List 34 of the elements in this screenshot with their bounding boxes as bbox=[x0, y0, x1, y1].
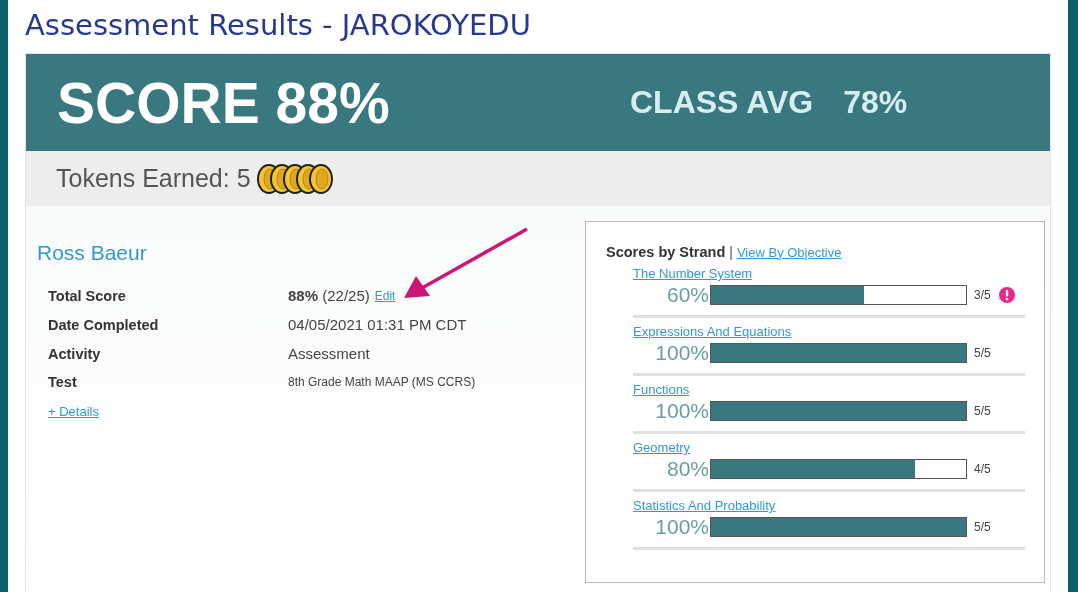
tokens-earned-text: Tokens Earned: 5 bbox=[56, 164, 251, 193]
strand-percent: 100% bbox=[654, 341, 709, 365]
detail-value: 88% (22/25) bbox=[288, 287, 370, 304]
class-average-value: 78% bbox=[843, 84, 908, 121]
detail-value: 04/05/2021 01:31 PM CDT bbox=[288, 316, 467, 333]
detail-value: Assessment bbox=[288, 345, 370, 362]
strand-fraction: 3/5 bbox=[974, 288, 991, 302]
strand-fraction: 4/5 bbox=[974, 462, 991, 476]
student-name: Ross Baeur bbox=[37, 241, 148, 265]
detail-label: Date Completed bbox=[48, 316, 160, 333]
strand-link[interactable]: Geometry bbox=[633, 440, 691, 455]
score-text: SCORE 88% bbox=[57, 69, 391, 136]
separator: | bbox=[729, 244, 733, 260]
strand-percent: 80% bbox=[665, 457, 709, 481]
detail-value: 8th Grade Math MAAP (MS CCRS) bbox=[288, 375, 476, 389]
strand-link[interactable]: The Number System bbox=[633, 266, 753, 281]
detail-label: Activity bbox=[48, 345, 102, 362]
class-average-label: CLASS AVG bbox=[630, 84, 814, 121]
detail-label: Test bbox=[48, 374, 78, 390]
panel-title: Scores by Strand bbox=[606, 244, 726, 260]
page-title: Assessment Results - JAROKOYEDU bbox=[25, 7, 532, 44]
strand-fraction: 5/5 bbox=[974, 346, 991, 360]
strand-link[interactable]: Statistics And Probability bbox=[633, 498, 776, 513]
details-link[interactable]: + Details bbox=[48, 404, 99, 419]
strand-link[interactable]: Expressions And Equations bbox=[633, 324, 792, 339]
strand-fraction: 5/5 bbox=[974, 520, 991, 534]
edit-link[interactable]: Edit bbox=[374, 288, 396, 303]
strand-fraction: 5/5 bbox=[974, 404, 991, 418]
strand-link[interactable]: Functions bbox=[633, 382, 690, 397]
strand-percent: 100% bbox=[654, 399, 709, 423]
strand-percent: 60% bbox=[665, 283, 709, 307]
detail-label: Total Score bbox=[48, 287, 127, 304]
strand-percent: 100% bbox=[654, 515, 709, 539]
view-by-objective-link[interactable]: View By Objective bbox=[736, 244, 842, 260]
